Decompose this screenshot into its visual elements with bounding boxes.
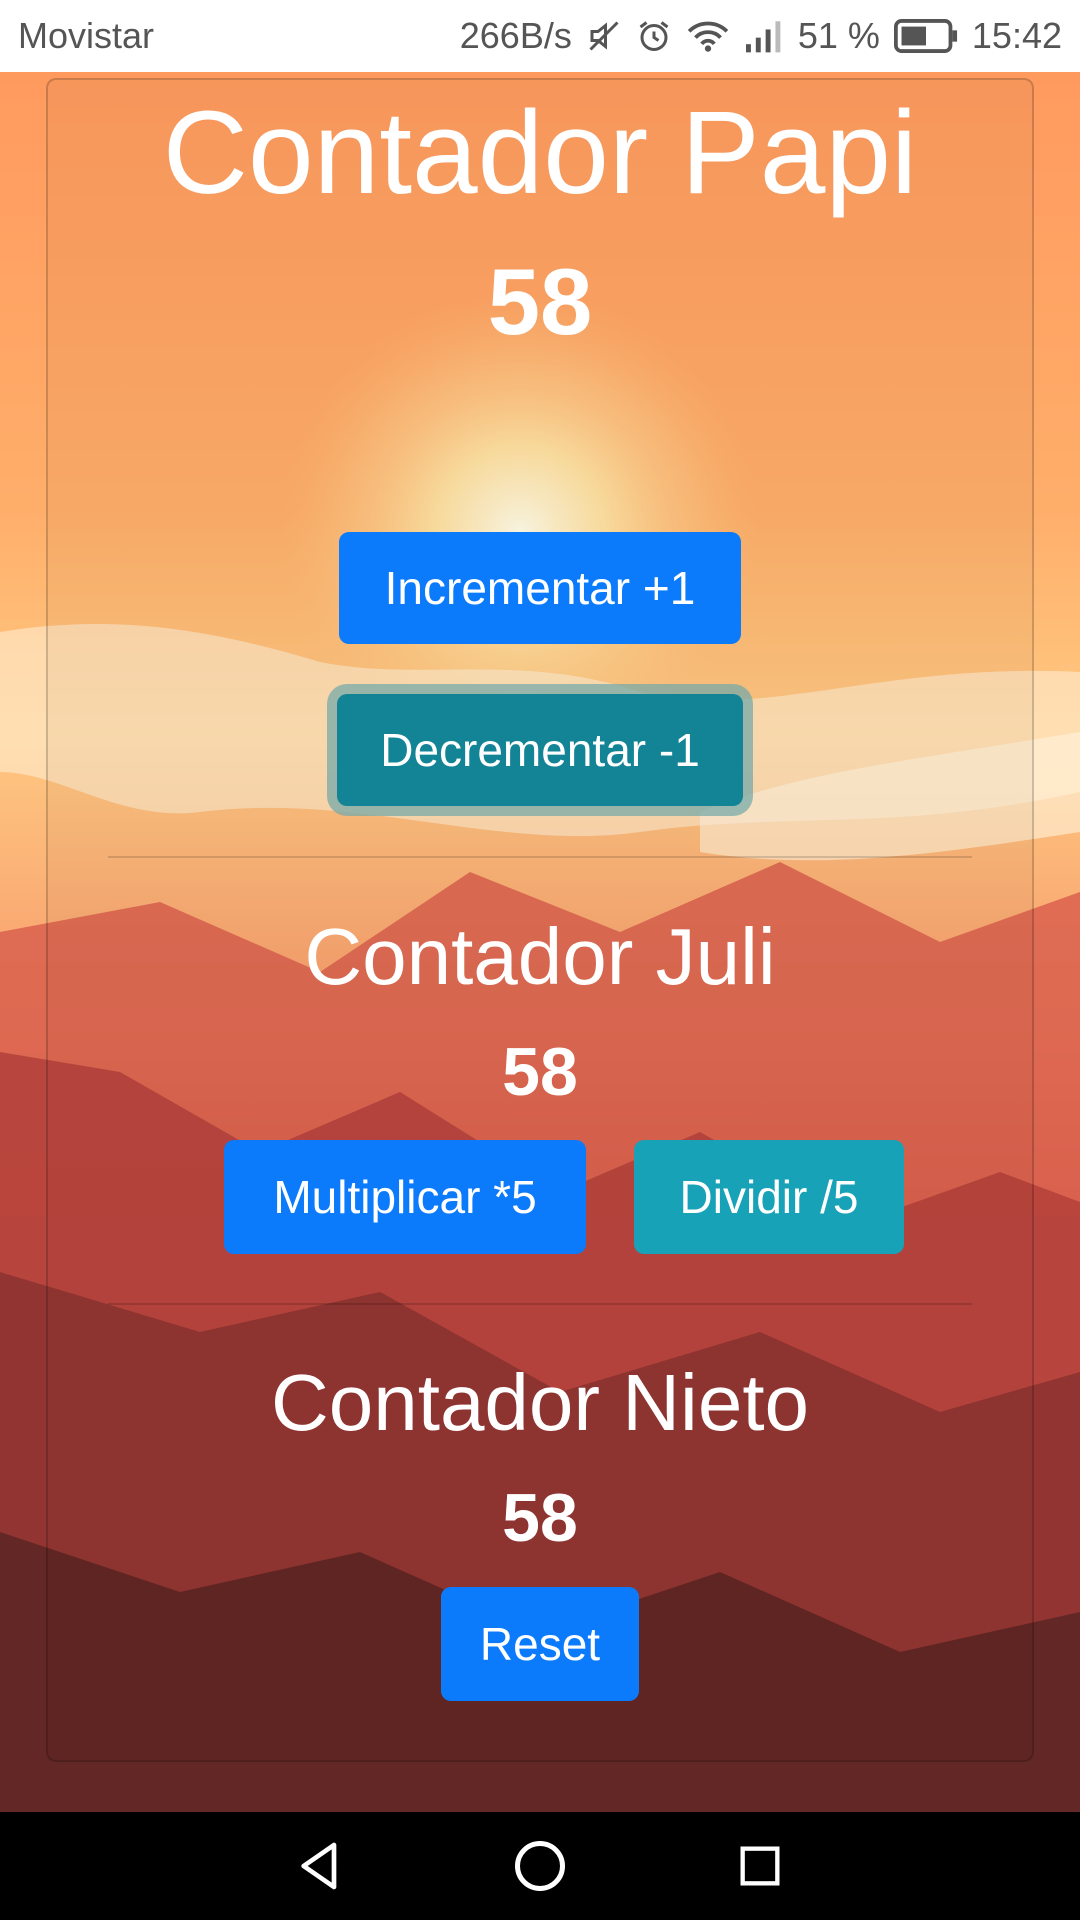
juli-count: 58: [502, 1034, 578, 1110]
juli-title: Contador Juli: [304, 912, 776, 1001]
wifi-icon: [686, 18, 730, 54]
battery-icon: [893, 19, 958, 53]
multiply-button[interactable]: Multiplicar *5: [224, 1140, 586, 1254]
papi-count: 58: [487, 249, 593, 354]
decrement-button[interactable]: Decrementar -1: [337, 694, 743, 806]
status-indicators: 266B/s 51 % 15:42: [460, 15, 1062, 57]
increment-button[interactable]: Incrementar +1: [339, 532, 741, 644]
network-speed: 266B/s: [459, 15, 572, 56]
back-icon[interactable]: [280, 1826, 360, 1906]
navigation-bar: [0, 1812, 1080, 1920]
recents-icon[interactable]: [720, 1826, 800, 1906]
divider: [108, 856, 972, 858]
home-icon[interactable]: [500, 1826, 580, 1906]
papi-title: Contador Papi: [162, 87, 918, 219]
signal-icon: [744, 18, 784, 54]
reset-button[interactable]: Reset: [441, 1587, 639, 1701]
clock: 15:42: [971, 15, 1062, 56]
divider: [108, 1303, 972, 1305]
mute-icon: [586, 18, 622, 54]
battery-percent: 51 %: [797, 15, 880, 56]
alarm-icon: [636, 18, 672, 54]
divide-button[interactable]: Dividir /5: [634, 1140, 904, 1254]
carrier-name: Movistar: [18, 15, 155, 56]
nieto-title: Contador Nieto: [270, 1358, 810, 1447]
nieto-count: 58: [502, 1480, 578, 1556]
status-bar: Movistar 266B/s 51 % 15:42: [0, 0, 1080, 72]
